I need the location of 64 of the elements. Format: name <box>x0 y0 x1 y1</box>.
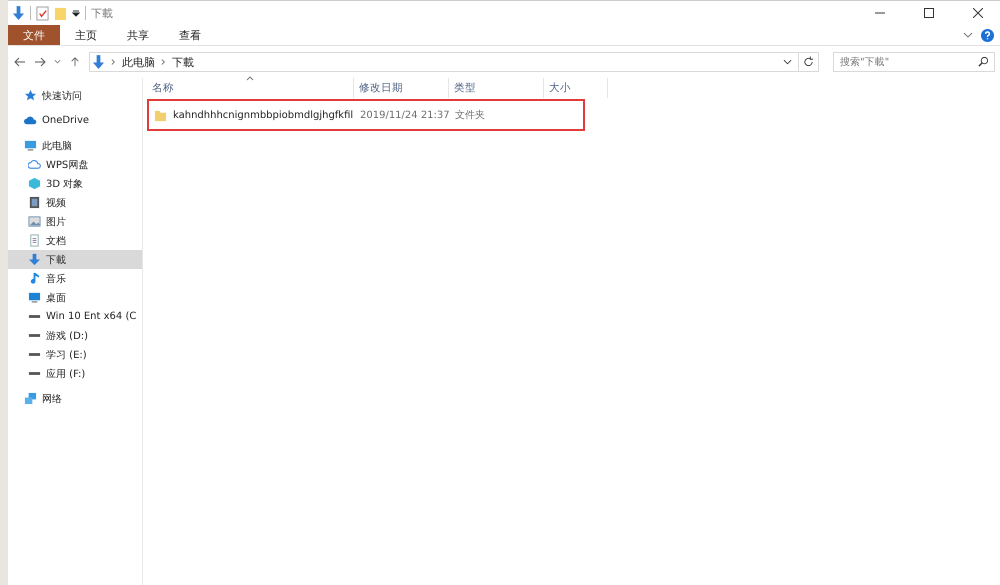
caret-icon[interactable] <box>72 9 80 17</box>
table-cell-text: 文件夹 <box>454 108 486 122</box>
properties-icon[interactable] <box>36 6 49 20</box>
network-icon <box>24 392 37 405</box>
ribbon-tab[interactable]: 共享 <box>112 25 164 45</box>
address-bar[interactable]: 此电脑 下載 <box>89 52 819 72</box>
sidebar-item[interactable]: Win 10 Ent x64 (C <box>8 307 142 326</box>
sidebar-item[interactable]: 下載 <box>8 250 142 269</box>
chevron-icon[interactable] <box>111 58 116 66</box>
sidebar-item[interactable]: 此电脑 <box>8 136 142 155</box>
image-icon <box>28 215 41 228</box>
column-header[interactable]: 名称 <box>147 78 354 98</box>
drive-icon <box>28 371 41 376</box>
sidebar-item[interactable]: 网络 <box>8 389 142 408</box>
column-header[interactable]: 修改日期 <box>354 78 449 98</box>
download-icon <box>28 253 41 266</box>
window-title: 下載 <box>91 6 113 20</box>
search-icon <box>978 56 989 67</box>
music-icon <box>28 272 41 285</box>
sidebar-item[interactable]: 音乐 <box>8 269 142 288</box>
sidebar-item[interactable]: 视频 <box>8 193 142 212</box>
up-arrow-icon[interactable] <box>69 57 81 67</box>
forward-arrow-icon[interactable] <box>34 57 46 67</box>
drive-icon <box>28 314 41 319</box>
search-field[interactable]: 搜索"下載" <box>833 52 995 72</box>
table-cell-text: 2019/11/24 21:37 <box>359 110 450 120</box>
cube-icon <box>28 177 41 190</box>
ribbon-tab[interactable]: 查看 <box>164 25 216 45</box>
desktop-icon <box>28 291 41 304</box>
column-header[interactable]: 大小 <box>544 78 608 98</box>
back-arrow-icon[interactable] <box>14 57 26 67</box>
doc-icon <box>28 234 41 247</box>
maximize-icon[interactable] <box>924 8 934 18</box>
ribbon-tab[interactable]: 文件 <box>8 25 60 45</box>
sort-caret-icon <box>246 76 254 81</box>
close-icon[interactable] <box>973 8 983 18</box>
cloud-icon <box>24 114 37 127</box>
folder-icon <box>154 108 167 122</box>
sidebar-item[interactable]: 快速访问 <box>8 86 142 105</box>
sidebar-item[interactable]: 学习 (E:) <box>8 345 142 364</box>
help-icon[interactable] <box>981 28 994 42</box>
file-name[interactable]: kahndhhhcnignmbbpiobmdlgjhgfkfil <box>173 110 354 120</box>
star-icon <box>24 89 37 102</box>
breadcrumb[interactable]: 此电脑 <box>122 54 155 70</box>
sidebar-item[interactable]: WPS网盘 <box>8 155 142 174</box>
download-icon <box>92 54 105 70</box>
download-icon[interactable] <box>12 6 25 20</box>
sidebar-item[interactable]: 图片 <box>8 212 142 231</box>
drive-icon <box>28 333 41 338</box>
breadcrumb[interactable]: 下載 <box>172 54 194 70</box>
chevron-icon[interactable] <box>161 58 166 66</box>
ribbon-tab[interactable]: 主页 <box>60 25 112 45</box>
drive-icon <box>28 352 41 357</box>
sidebar-item[interactable]: 游戏 (D:) <box>8 326 142 345</box>
sidebar-item[interactable]: 应用 (F:) <box>8 364 142 383</box>
sidebar-item[interactable]: OneDrive <box>8 111 142 130</box>
sidebar-item[interactable]: 文档 <box>8 231 142 250</box>
sidebar-item[interactable]: 桌面 <box>8 288 142 307</box>
pc-icon <box>24 139 37 152</box>
chevron-icon[interactable] <box>783 59 792 65</box>
cloud-outline-icon <box>28 158 41 171</box>
column-header[interactable]: 类型 <box>449 78 544 98</box>
sidebar-item[interactable]: 3D 对象 <box>8 174 142 193</box>
video-icon <box>28 196 41 209</box>
